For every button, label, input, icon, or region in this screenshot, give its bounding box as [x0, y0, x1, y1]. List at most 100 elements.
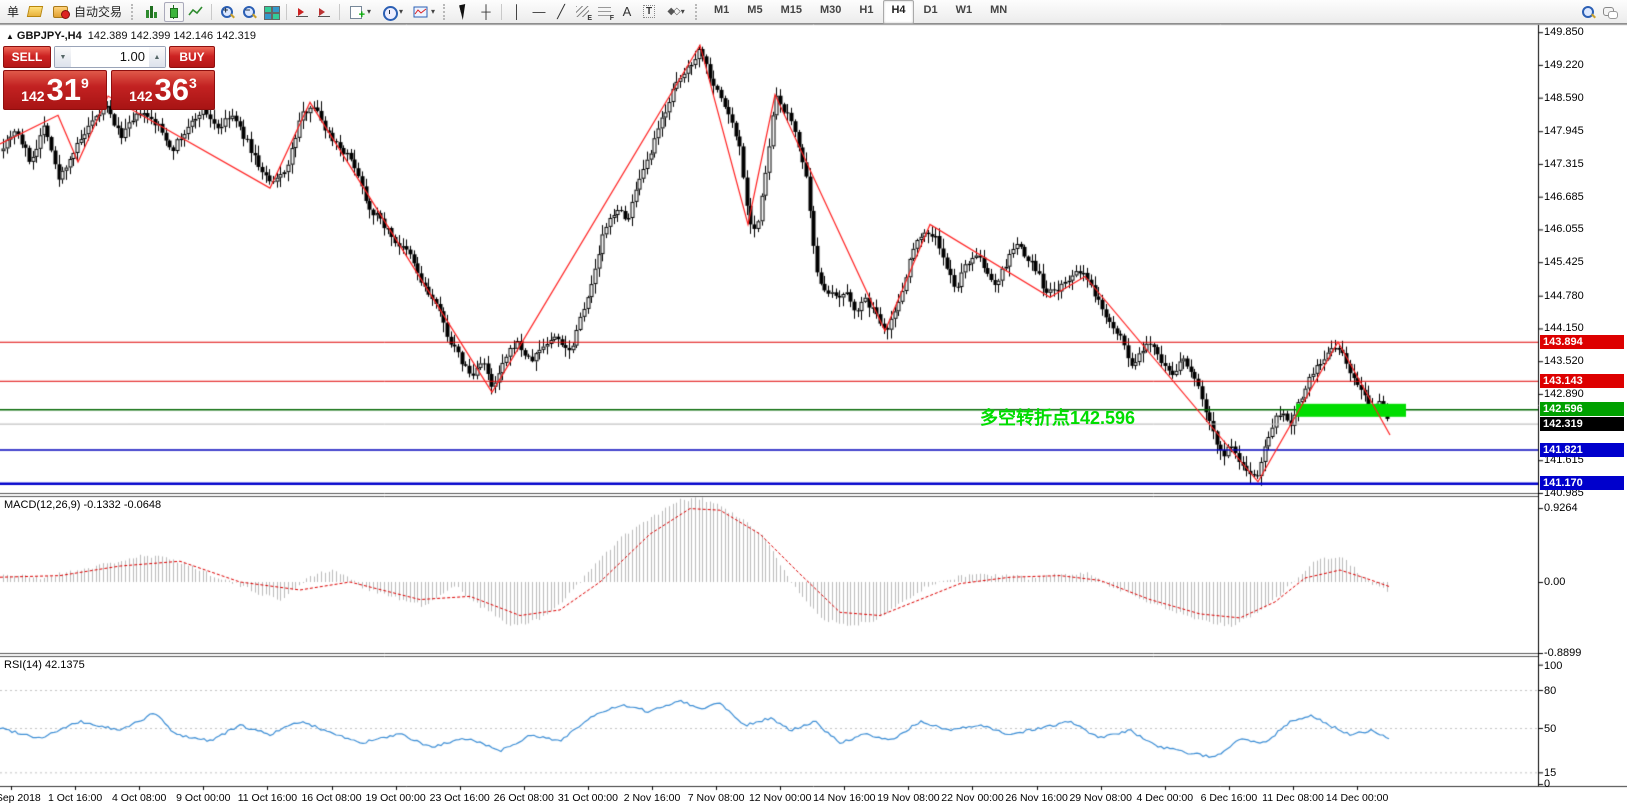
- text-label-button[interactable]: T: [639, 2, 659, 22]
- price-level-tag: 143.143: [1540, 374, 1624, 388]
- search-button[interactable]: [1578, 2, 1598, 22]
- pivot-annotation-text: 多空转折点142.596: [980, 404, 1135, 430]
- rsi-axis-tick: 100: [1544, 660, 1624, 672]
- chevron-down-icon: ▾: [367, 7, 371, 16]
- chat-button[interactable]: [1600, 2, 1620, 22]
- time-axis-label: 12 Nov 00:00: [749, 792, 811, 804]
- mt4-terminal: 单 自动交易 + − + ▾ ▾ ▾ ┼ │ — ╱: [0, 0, 1627, 812]
- arrows-button[interactable]: ◆◇▾: [661, 2, 691, 22]
- auto-scroll-button[interactable]: [314, 2, 334, 22]
- periods-clock-icon: [381, 4, 397, 20]
- toolbar-right-group: [1577, 2, 1621, 22]
- time-axis-label: 14 Nov 16:00: [813, 792, 875, 804]
- timeframe-w1[interactable]: W1: [948, 0, 981, 24]
- toolbar: 单 自动交易 + − + ▾ ▾ ▾ ┼ │ — ╱: [0, 0, 1627, 24]
- sell-button[interactable]: SELL: [3, 46, 51, 68]
- chart-auto-scroll-icon: [316, 4, 332, 20]
- time-axis-label: 2 Nov 16:00: [624, 792, 681, 804]
- new-order-button[interactable]: [25, 2, 45, 22]
- price-level-tag: 141.821: [1540, 443, 1624, 457]
- toolbar-separator: [339, 4, 340, 20]
- rsi-axis-tick: 0: [1544, 778, 1624, 790]
- arrows-icon: ◆◇: [667, 6, 678, 17]
- timeframe-m30[interactable]: M30: [812, 0, 849, 24]
- equidistant-channel-button[interactable]: E: [573, 2, 593, 22]
- shift-chart-end-icon: [294, 4, 310, 20]
- timeframe-d1[interactable]: D1: [916, 0, 946, 24]
- toolbar-grip: [131, 4, 138, 20]
- toolbar-separator: [501, 4, 502, 20]
- buy-price-box[interactable]: 142363: [111, 70, 215, 110]
- buy-price-sup: 3: [189, 75, 197, 91]
- add-indicator-button[interactable]: + ▾: [345, 2, 375, 22]
- timeframe-h4[interactable]: H4: [883, 0, 913, 24]
- toolbar-grip: [695, 4, 702, 20]
- equidistant-channel-icon: E: [575, 4, 591, 20]
- volume-decrease-button[interactable]: ▼: [55, 47, 71, 67]
- crosshair-button[interactable]: ┼: [476, 2, 496, 22]
- templates-button[interactable]: ▾: [409, 2, 439, 22]
- volume-input[interactable]: 1.00: [71, 47, 149, 67]
- fibonacci-button[interactable]: F: [595, 2, 615, 22]
- bar-chart-button[interactable]: [142, 2, 162, 22]
- timeframe-m5[interactable]: M5: [739, 0, 770, 24]
- candlestick-chart-button[interactable]: [164, 2, 184, 22]
- price-axis-tick: 144.150: [1544, 322, 1624, 334]
- expander-triangle-icon[interactable]: ▲: [6, 32, 14, 41]
- sell-price-prefix: 142: [21, 88, 44, 104]
- time-axis-label: 19 Oct 00:00: [366, 792, 426, 804]
- shift-chart-end-button[interactable]: [292, 2, 312, 22]
- price-axis-tick: 146.685: [1544, 191, 1624, 203]
- horizontal-line-button[interactable]: —: [529, 2, 549, 22]
- symbol-name: GBPJPY-,H4: [17, 30, 82, 42]
- timeframe-h1[interactable]: H1: [851, 0, 881, 24]
- volume-increase-button[interactable]: ▲: [149, 47, 165, 67]
- bar-chart-icon: [144, 4, 160, 20]
- time-axis-label: 22 Nov 00:00: [941, 792, 1003, 804]
- cursor-icon: [459, 4, 469, 20]
- time-axis-label: 14 Dec 00:00: [1326, 792, 1388, 804]
- price-axis-tick: 149.220: [1544, 59, 1624, 71]
- text-button[interactable]: A: [617, 2, 637, 22]
- vertical-line-button[interactable]: │: [507, 2, 527, 22]
- cursor-button[interactable]: [454, 2, 474, 22]
- buy-price-main: 36: [155, 71, 189, 109]
- tile-windows-button[interactable]: [261, 2, 281, 22]
- price-chart-canvas[interactable]: [0, 0, 1627, 812]
- timeframe-m15[interactable]: M15: [773, 0, 810, 24]
- time-axis-label: 4 Dec 00:00: [1136, 792, 1193, 804]
- price-level-tag: 143.894: [1540, 335, 1624, 349]
- periods-button[interactable]: ▾: [377, 2, 407, 22]
- sell-price-box[interactable]: 142319: [3, 70, 107, 110]
- zoom-in-button[interactable]: +: [217, 2, 237, 22]
- price-axis-tick: 144.780: [1544, 290, 1624, 302]
- trendline-button[interactable]: ╱: [551, 2, 571, 22]
- one-click-trade-panel: SELL ▼ 1.00 ▲ BUY 142319 142363: [3, 46, 215, 110]
- vertical-line-icon: │: [513, 4, 521, 19]
- trendline-icon: ╱: [557, 4, 565, 20]
- zoom-out-icon: −: [241, 4, 257, 20]
- line-chart-button[interactable]: [186, 2, 206, 22]
- time-axis-label: 26 Nov 16:00: [1005, 792, 1067, 804]
- symbol-ohlc-values: 142.389 142.399 142.146 142.319: [88, 30, 256, 42]
- price-level-tag: 142.319: [1540, 417, 1624, 431]
- timeframe-m1[interactable]: M1: [706, 0, 737, 24]
- auto-trading-button[interactable]: 自动交易: [47, 2, 127, 22]
- rsi-axis-tick: 80: [1544, 685, 1624, 697]
- zoom-out-button[interactable]: −: [239, 2, 259, 22]
- time-axis-label: 23 Oct 16:00: [430, 792, 490, 804]
- price-axis-tick: 146.055: [1544, 223, 1624, 235]
- time-axis-label: 31 Oct 00:00: [558, 792, 618, 804]
- price-axis-tick: 149.850: [1544, 26, 1624, 38]
- volume-box: ▼ 1.00 ▲: [54, 46, 166, 68]
- price-axis-tick: 143.520: [1544, 355, 1624, 367]
- line-chart-icon: [188, 4, 204, 20]
- buy-button[interactable]: BUY: [169, 46, 215, 68]
- timeframe-mn[interactable]: MN: [982, 0, 1015, 24]
- rsi-indicator-label: RSI(14) 42.1375: [4, 659, 85, 671]
- macd-axis-tick: 0.9264: [1544, 502, 1624, 514]
- tile-windows-icon: [263, 4, 279, 20]
- new-order-button-label[interactable]: 单: [3, 2, 23, 22]
- auto-trading-icon: [53, 6, 68, 18]
- toolbar-grip: [443, 4, 450, 20]
